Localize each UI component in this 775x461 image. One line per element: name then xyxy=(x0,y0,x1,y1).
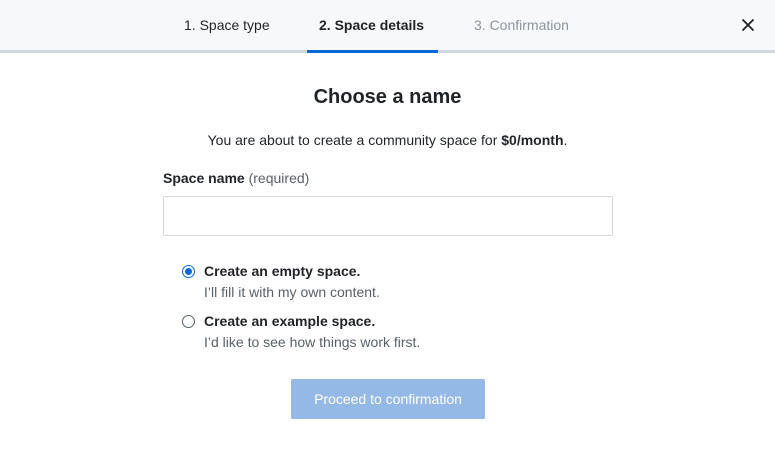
radio-empty-space[interactable] xyxy=(182,265,195,278)
price-description: You are about to create a community spac… xyxy=(0,132,775,148)
dialog-title: Choose a name xyxy=(313,86,462,108)
step-confirmation: 3. Confirmation xyxy=(474,17,569,33)
price-value: $0/month xyxy=(501,132,564,148)
space-name-label-text: Space name xyxy=(163,170,245,186)
option-empty-space-description: I’ll fill it with my own content. xyxy=(204,284,380,300)
space-name-label: Space name (required) xyxy=(163,170,309,186)
price-description-prefix: You are about to create a community spac… xyxy=(207,132,502,148)
price-description-suffix: . xyxy=(563,132,568,148)
close-icon xyxy=(742,19,754,31)
option-empty-space-title: Create an empty space. xyxy=(204,263,361,279)
radio-example-space[interactable] xyxy=(182,315,195,328)
space-name-input[interactable] xyxy=(163,196,613,236)
option-example-space-title: Create an example space. xyxy=(204,313,376,329)
create-space-dialog: 1. Space type 2. Space details 3. Confir… xyxy=(0,0,775,461)
close-button[interactable] xyxy=(739,16,757,34)
proceed-button[interactable]: Proceed to confirmation xyxy=(291,379,485,419)
step-space-details[interactable]: 2. Space details xyxy=(319,0,424,50)
stepper-header: 1. Space type 2. Space details 3. Confir… xyxy=(0,0,775,53)
step-space-type[interactable]: 1. Space type xyxy=(184,0,270,50)
required-hint: (required) xyxy=(248,170,310,186)
option-example-space-description: I’d like to see how things work first. xyxy=(204,334,421,350)
active-step-indicator xyxy=(307,50,438,53)
